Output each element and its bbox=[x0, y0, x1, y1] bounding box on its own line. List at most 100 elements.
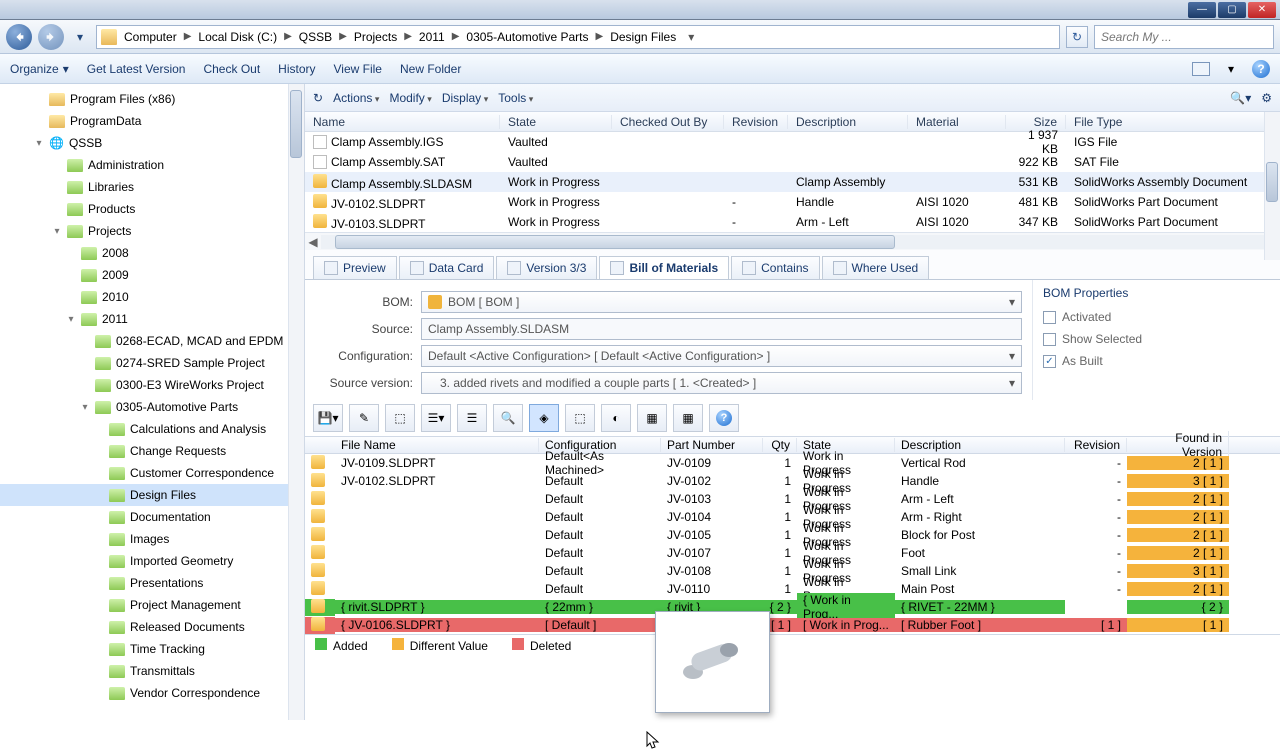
bomcol-partnumber[interactable]: Part Number bbox=[661, 438, 763, 452]
tree-item[interactable]: Products bbox=[0, 198, 304, 220]
bomcol-desc[interactable]: Description bbox=[895, 438, 1065, 452]
bom-tool-6[interactable]: 🔍 bbox=[493, 404, 523, 432]
col-state[interactable]: State bbox=[500, 115, 612, 129]
breadcrumb-item[interactable]: 0305-Automotive Parts bbox=[463, 28, 591, 46]
breadcrumb-item[interactable]: Design Files bbox=[607, 28, 679, 46]
search-icon[interactable]: 🔍▾ bbox=[1230, 91, 1251, 105]
breadcrumb-item[interactable]: Local Disk (C:) bbox=[195, 28, 280, 46]
display-menu[interactable]: Display bbox=[442, 91, 488, 105]
nav-history-dropdown[interactable]: ▾ bbox=[70, 24, 90, 50]
chevron-icon[interactable]: ▾ bbox=[66, 314, 76, 325]
organize-menu[interactable]: Organize ▾ bbox=[10, 62, 69, 76]
view-dropdown-icon[interactable]: ▾ bbox=[1228, 62, 1234, 76]
refresh-button[interactable]: ↻ bbox=[1066, 26, 1088, 48]
tree-item[interactable]: Imported Geometry bbox=[0, 550, 304, 572]
check-out-button[interactable]: Check Out bbox=[203, 62, 260, 76]
bom-tool-8[interactable]: ⬚ bbox=[565, 404, 595, 432]
tree-item[interactable]: Images bbox=[0, 528, 304, 550]
tab-preview[interactable]: Preview bbox=[313, 256, 397, 279]
showselected-checkbox[interactable] bbox=[1043, 333, 1056, 346]
asbuilt-checkbox[interactable]: ✓ bbox=[1043, 355, 1056, 368]
bom-row[interactable]: DefaultJV-01051Work in ProgressBlock for… bbox=[305, 526, 1280, 544]
history-button[interactable]: History bbox=[278, 62, 315, 76]
file-row[interactable]: Clamp Assembly.SLDASMWork in ProgressCla… bbox=[305, 172, 1280, 192]
bom-combo[interactable]: BOM [ BOM ] bbox=[421, 291, 1022, 313]
file-row[interactable]: JV-0103.SLDPRTWork in Progress-Arm - Lef… bbox=[305, 212, 1280, 232]
window-minimize-button[interactable]: — bbox=[1188, 2, 1216, 18]
bom-tool-2[interactable]: ✎ bbox=[349, 404, 379, 432]
grid-vscrollbar[interactable] bbox=[1264, 112, 1280, 260]
tree-item[interactable]: 2009 bbox=[0, 264, 304, 286]
chevron-icon[interactable]: ▾ bbox=[52, 226, 62, 237]
help-button[interactable]: ? bbox=[1252, 60, 1270, 78]
breadcrumb-item[interactable]: Projects bbox=[351, 28, 400, 46]
bom-tool-10[interactable]: ▦ bbox=[637, 404, 667, 432]
col-size[interactable]: Size bbox=[1006, 115, 1066, 129]
new-folder-button[interactable]: New Folder bbox=[400, 62, 461, 76]
tree-item[interactable]: Change Requests bbox=[0, 440, 304, 462]
breadcrumb-item[interactable]: 2011 bbox=[416, 28, 448, 46]
activated-checkbox[interactable] bbox=[1043, 311, 1056, 324]
tree-item[interactable]: Released Documents bbox=[0, 616, 304, 638]
bom-save-button[interactable]: 💾▾ bbox=[313, 404, 343, 432]
file-row[interactable]: Clamp Assembly.IGSVaulted1 937 KBIGS Fil… bbox=[305, 132, 1280, 152]
tools-menu[interactable]: Tools bbox=[498, 91, 533, 105]
tree-item[interactable]: Documentation bbox=[0, 506, 304, 528]
address-bar[interactable]: Computer▶Local Disk (C:)▶QSSB▶Projects▶2… bbox=[96, 25, 1060, 49]
bom-help-button[interactable]: ? bbox=[709, 404, 739, 432]
modify-menu[interactable]: Modify bbox=[389, 91, 431, 105]
bomcol-qty[interactable]: Qty bbox=[763, 438, 797, 452]
tree-item[interactable]: ▾🌐QSSB bbox=[0, 132, 304, 154]
tree-item[interactable]: Time Tracking bbox=[0, 638, 304, 660]
file-row[interactable]: JV-0102.SLDPRTWork in Progress-HandleAIS… bbox=[305, 192, 1280, 212]
bom-compare-button[interactable]: ◈ bbox=[529, 404, 559, 432]
tab-whereused[interactable]: Where Used bbox=[822, 256, 930, 279]
col-revision[interactable]: Revision bbox=[724, 115, 788, 129]
options-icon[interactable]: ⚙ bbox=[1261, 91, 1272, 105]
window-maximize-button[interactable]: ▢ bbox=[1218, 2, 1246, 18]
tree-item[interactable]: Transmittals bbox=[0, 660, 304, 682]
col-material[interactable]: Material bbox=[908, 115, 1006, 129]
col-filetype[interactable]: File Type bbox=[1066, 115, 1280, 129]
tree-item[interactable]: Calculations and Analysis bbox=[0, 418, 304, 440]
view-options-button[interactable] bbox=[1192, 62, 1210, 76]
window-close-button[interactable]: ✕ bbox=[1248, 2, 1276, 18]
nav-back-button[interactable] bbox=[6, 24, 32, 50]
bomcol-filename[interactable]: File Name bbox=[335, 438, 539, 452]
tree-item[interactable]: 0300-E3 WireWorks Project bbox=[0, 374, 304, 396]
bom-tool-11[interactable]: ▦ bbox=[673, 404, 703, 432]
bom-row[interactable]: DefaultJV-01031Work in ProgressArm - Lef… bbox=[305, 490, 1280, 508]
tree-item[interactable]: Presentations bbox=[0, 572, 304, 594]
bom-row[interactable]: DefaultJV-01081Work in ProgressSmall Lin… bbox=[305, 562, 1280, 580]
bom-row[interactable]: JV-0109.SLDPRTDefault<As Machined>JV-010… bbox=[305, 454, 1280, 472]
bom-flat-button[interactable]: ☰ bbox=[457, 404, 487, 432]
bom-row[interactable]: DefaultJV-01071Work in ProgressFoot-2 [ … bbox=[305, 544, 1280, 562]
search-input[interactable]: Search My ... bbox=[1094, 25, 1274, 49]
tree-item[interactable]: Libraries bbox=[0, 176, 304, 198]
file-row[interactable]: Clamp Assembly.SATVaulted922 KBSAT File bbox=[305, 152, 1280, 172]
breadcrumb-item[interactable]: Computer bbox=[121, 28, 180, 46]
tree-item[interactable]: Administration bbox=[0, 154, 304, 176]
grid-hscrollbar[interactable]: ◀▶ bbox=[305, 232, 1280, 250]
folder-tree[interactable]: Program Files (x86)ProgramData▾🌐QSSBAdmi… bbox=[0, 84, 305, 720]
tree-item[interactable]: 0268-ECAD, MCAD and EPDM bbox=[0, 330, 304, 352]
tab-version[interactable]: Version 3/3 bbox=[496, 256, 597, 279]
col-description[interactable]: Description bbox=[788, 115, 908, 129]
bom-indent-button[interactable]: ☰▾ bbox=[421, 404, 451, 432]
bom-row[interactable]: { JV-0106.SLDPRT }[ Default ][ JV-0106 ]… bbox=[305, 616, 1280, 634]
tree-item[interactable]: Vendor Correspondence bbox=[0, 682, 304, 704]
bom-row[interactable]: DefaultJV-01041Work in ProgressArm - Rig… bbox=[305, 508, 1280, 526]
col-checkedoutby[interactable]: Checked Out By bbox=[612, 115, 724, 129]
col-name[interactable]: Name bbox=[305, 115, 500, 129]
actions-menu[interactable]: Actions bbox=[333, 91, 379, 105]
tree-item[interactable]: Program Files (x86) bbox=[0, 88, 304, 110]
tree-item[interactable]: 0274-SRED Sample Project bbox=[0, 352, 304, 374]
tree-scrollbar[interactable] bbox=[288, 84, 304, 720]
chevron-icon[interactable]: ▾ bbox=[80, 402, 90, 413]
tree-item[interactable]: 2008 bbox=[0, 242, 304, 264]
bom-tool-3[interactable]: ⬚ bbox=[385, 404, 415, 432]
config-combo[interactable]: Default <Active Configuration> [ Default… bbox=[421, 345, 1022, 367]
address-dropdown-icon[interactable]: ▾ bbox=[683, 30, 699, 44]
bom-row[interactable]: { rivit.SLDPRT }{ 22mm }{ rivit }{ 2 }{ … bbox=[305, 598, 1280, 616]
tree-item[interactable]: ▾Projects bbox=[0, 220, 304, 242]
